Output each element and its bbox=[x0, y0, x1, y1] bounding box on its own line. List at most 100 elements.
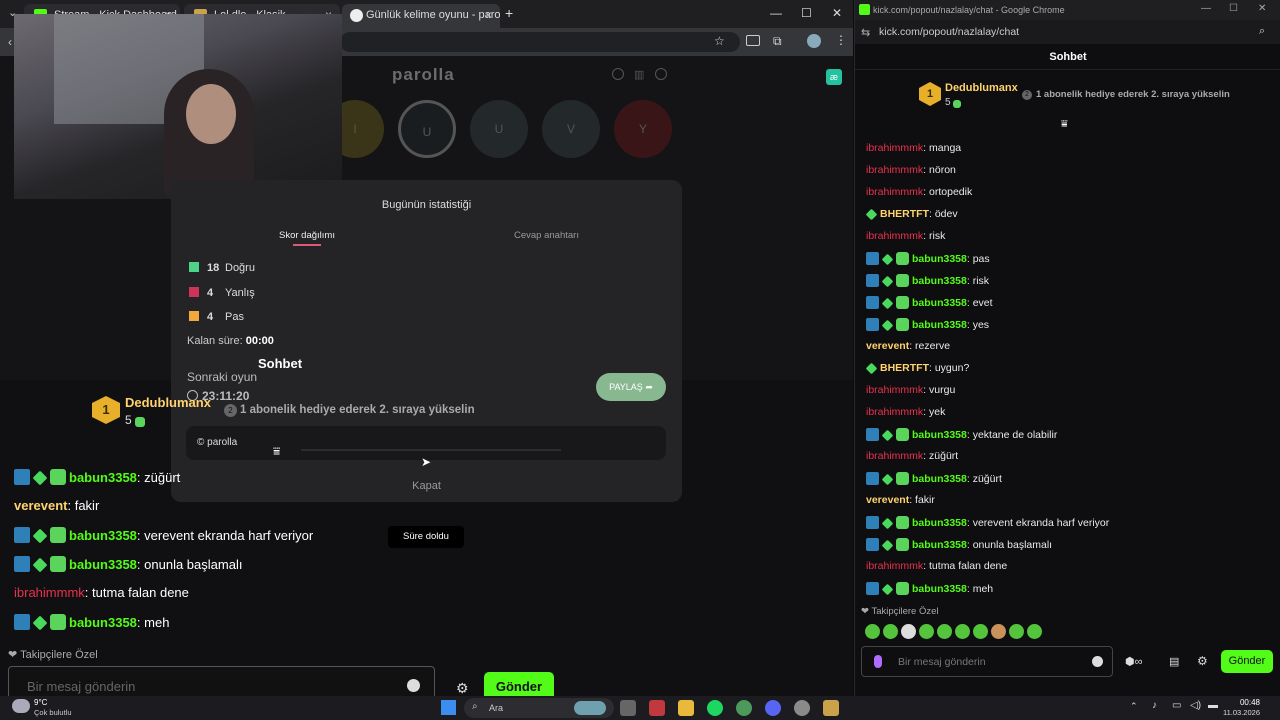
emote-icon[interactable] bbox=[901, 624, 916, 639]
popout-minimize-button[interactable]: — bbox=[1201, 3, 1211, 14]
collapse-leaderboard-icon[interactable]: ⩸ bbox=[1061, 118, 1068, 131]
microphone-icon[interactable] bbox=[874, 655, 882, 668]
bookmark-star-icon[interactable]: ☆ bbox=[714, 34, 725, 48]
chat-username[interactable]: ibrahimmmk bbox=[866, 560, 923, 572]
overlay-settings-icon[interactable]: ⚙ bbox=[456, 680, 469, 697]
clock-date[interactable]: 11.03.2026 bbox=[1220, 708, 1260, 717]
tab-answer-key[interactable]: Cevap anahtarı bbox=[514, 230, 579, 241]
mic-tray-icon[interactable]: ♪ bbox=[1152, 700, 1157, 711]
emoji-icon[interactable] bbox=[407, 679, 420, 692]
chat-username[interactable]: babun3358 bbox=[69, 557, 137, 572]
chat-username[interactable]: verevent bbox=[866, 340, 909, 352]
overlay-collapse-icon[interactable]: ⩸ bbox=[273, 444, 280, 459]
tab-parolla[interactable]: Günlük kelime oyunu - parolla × bbox=[342, 4, 500, 28]
emote-icon[interactable] bbox=[937, 624, 952, 639]
chat-username[interactable]: BHERTFT bbox=[880, 362, 929, 374]
emote-icon[interactable] bbox=[955, 624, 970, 639]
popout-url[interactable]: kick.com/popout/nazlalay/chat bbox=[879, 26, 1019, 38]
extension-badge-icon[interactable]: æ bbox=[826, 69, 842, 85]
community-icon[interactable]: ⬢∞ bbox=[1125, 655, 1142, 668]
chat-username[interactable]: ibrahimmmk bbox=[866, 164, 923, 176]
chat-username[interactable]: babun3358 bbox=[69, 470, 137, 485]
clock-time[interactable]: 00:48 bbox=[1226, 698, 1260, 707]
emote-icon[interactable] bbox=[1027, 624, 1042, 639]
chat-username[interactable]: ibrahimmmk bbox=[14, 585, 85, 600]
task-view-icon[interactable] bbox=[620, 700, 636, 716]
minimize-button[interactable]: — bbox=[770, 6, 782, 20]
league-icon[interactable] bbox=[823, 700, 839, 716]
subscriber-gift-badge-icon bbox=[50, 469, 66, 485]
chat-text: yes bbox=[972, 319, 990, 331]
profile-avatar[interactable] bbox=[807, 34, 821, 48]
emote-icon[interactable] bbox=[1009, 624, 1024, 639]
streamer-face bbox=[186, 84, 236, 144]
spotify-icon[interactable] bbox=[707, 700, 723, 716]
chat-username[interactable]: babun3358 bbox=[912, 517, 967, 529]
chat-username[interactable]: verevent bbox=[14, 498, 67, 513]
close-modal-button[interactable]: Kapat bbox=[171, 480, 682, 492]
back-icon[interactable]: ‹ bbox=[8, 35, 12, 49]
battery-icon[interactable]: ▬ bbox=[1208, 700, 1218, 711]
chat-username[interactable]: babun3358 bbox=[912, 429, 967, 441]
extensions-icon[interactable]: ⧉ bbox=[773, 34, 782, 49]
chat-username[interactable]: babun3358 bbox=[912, 297, 967, 309]
chat-username[interactable]: BHERTFT bbox=[880, 208, 929, 220]
chat-username[interactable]: verevent bbox=[866, 494, 909, 506]
network-icon[interactable]: ▭ bbox=[1172, 700, 1181, 711]
stats-icon[interactable]: ▥ bbox=[634, 68, 644, 81]
chat-username[interactable]: ibrahimmmk bbox=[866, 142, 923, 154]
taskbar-search[interactable]: ⌕ Ara bbox=[464, 698, 614, 718]
chat-username[interactable]: ibrahimmmk bbox=[866, 406, 923, 418]
send-button[interactable]: Gönder bbox=[1221, 650, 1273, 673]
chat-username[interactable]: babun3358 bbox=[69, 528, 137, 543]
obs-icon[interactable] bbox=[794, 700, 810, 716]
share-button[interactable]: PAYLAŞ ➦ bbox=[596, 373, 666, 401]
chrome-icon[interactable] bbox=[736, 700, 752, 716]
close-window-button[interactable]: ✕ bbox=[832, 6, 842, 20]
emote-icon[interactable] bbox=[883, 624, 898, 639]
emote-icon[interactable] bbox=[865, 624, 880, 639]
start-icon[interactable] bbox=[441, 700, 456, 715]
chat-username[interactable]: babun3358 bbox=[912, 253, 967, 265]
chat-username[interactable]: babun3358 bbox=[912, 319, 967, 331]
url-input[interactable] bbox=[340, 32, 740, 52]
subscriber-gift-badge-icon bbox=[896, 428, 909, 441]
popout-maximize-button[interactable]: ☐ bbox=[1229, 3, 1238, 14]
file-explorer-icon[interactable] bbox=[678, 700, 694, 716]
weather-icon[interactable] bbox=[12, 699, 30, 713]
zoom-search-icon[interactable]: ⌕ bbox=[1259, 25, 1265, 38]
account-icon[interactable] bbox=[655, 68, 667, 80]
emote-icon[interactable] bbox=[973, 624, 988, 639]
correct-swatch bbox=[189, 262, 199, 272]
shop-icon[interactable]: ▤ bbox=[1169, 655, 1179, 668]
menu-icon[interactable]: ⋮ bbox=[835, 33, 847, 47]
chat-username[interactable]: babun3358 bbox=[912, 539, 967, 551]
site-info-icon[interactable]: ⇆ bbox=[861, 26, 870, 39]
emote-icon[interactable] bbox=[919, 624, 934, 639]
message-input[interactable]: Bir mesaj gönderin bbox=[861, 646, 1113, 677]
emote-icon[interactable] bbox=[991, 624, 1006, 639]
chat-username[interactable]: ibrahimmmk bbox=[866, 186, 923, 198]
chat-username[interactable]: ibrahimmmk bbox=[866, 450, 923, 462]
chat-settings-icon[interactable]: ⚙ bbox=[1197, 654, 1208, 668]
tab-close-icon[interactable]: × bbox=[485, 8, 492, 22]
chat-username[interactable]: babun3358 bbox=[912, 275, 967, 287]
gift-icon bbox=[953, 100, 962, 108]
chat-username[interactable]: babun3358 bbox=[912, 473, 967, 485]
tray-chevron-icon[interactable]: ⌃ bbox=[1130, 701, 1138, 712]
chat-username[interactable]: babun3358 bbox=[912, 583, 967, 595]
letter-circle: V bbox=[542, 100, 600, 158]
emoji-icon[interactable] bbox=[1092, 656, 1103, 667]
discord-icon[interactable] bbox=[765, 700, 781, 716]
chat-username[interactable]: ibrahimmmk bbox=[866, 384, 923, 396]
maximize-button[interactable]: ☐ bbox=[801, 6, 812, 20]
popout-close-button[interactable]: ✕ bbox=[1258, 3, 1266, 14]
translate-icon[interactable] bbox=[746, 35, 760, 46]
chat-username[interactable]: babun3358 bbox=[69, 615, 137, 630]
new-tab-button[interactable]: + bbox=[505, 5, 513, 21]
chat-username[interactable]: ibrahimmmk bbox=[866, 230, 923, 242]
info-icon[interactable] bbox=[612, 68, 624, 80]
volume-icon[interactable]: ◁) bbox=[1190, 700, 1201, 711]
tab-score-distribution[interactable]: Skor dağılımı bbox=[279, 230, 335, 241]
app-p-icon[interactable] bbox=[649, 700, 665, 716]
